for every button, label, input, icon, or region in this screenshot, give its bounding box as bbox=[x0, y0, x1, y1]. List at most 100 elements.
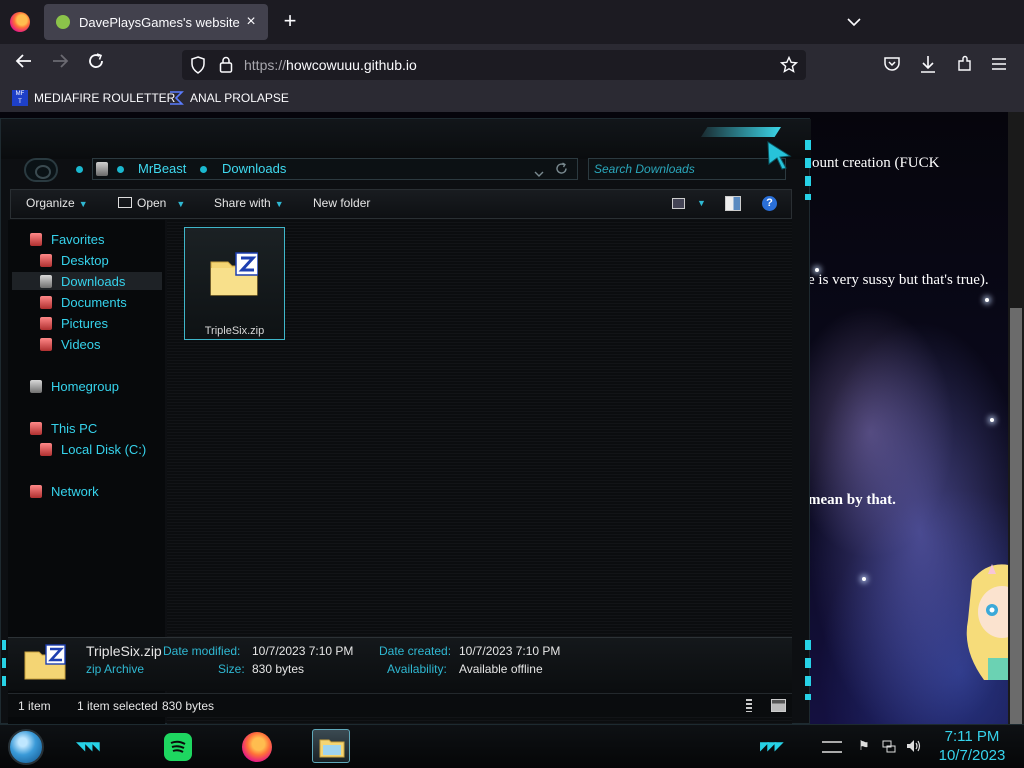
nav-item-local-disk[interactable]: Local Disk (C:) bbox=[40, 442, 146, 457]
title-bar-accent bbox=[701, 127, 781, 137]
nav-item-homegroup[interactable]: Homegroup bbox=[30, 379, 119, 394]
open-with-app-icon bbox=[118, 197, 132, 208]
start-orb-icon[interactable] bbox=[8, 729, 44, 765]
nav-label: Videos bbox=[61, 337, 101, 352]
firefox-icon bbox=[242, 732, 272, 762]
nav-label: Pictures bbox=[61, 316, 108, 331]
nav-label: Desktop bbox=[61, 253, 109, 268]
bookmark-star-icon[interactable] bbox=[780, 56, 798, 74]
nav-item-pictures[interactable]: Pictures bbox=[40, 316, 108, 331]
desktop-icon bbox=[40, 254, 52, 267]
url-host: howcowuuu.github.io bbox=[286, 57, 417, 73]
address-folder-icon bbox=[96, 162, 108, 176]
address-dropdown-icon[interactable] bbox=[534, 165, 544, 183]
breadcrumb-downloads[interactable]: Downloads bbox=[222, 161, 286, 176]
window-edge-decoration bbox=[2, 640, 6, 690]
reload-icon[interactable] bbox=[84, 52, 108, 76]
taskbar-clock[interactable]: 7:11 PM 10/7/2023 bbox=[934, 727, 1010, 765]
spotify-taskbar-button[interactable] bbox=[160, 729, 198, 763]
browser-tab-bar: DavePlaysGames's website × + bbox=[0, 0, 1024, 44]
downloads-icon[interactable] bbox=[919, 54, 937, 74]
bookmark-anal-prolapse[interactable]: ANAL PROLAPSE bbox=[168, 89, 289, 107]
homegroup-icon bbox=[30, 380, 42, 393]
nav-item-this-pc[interactable]: This PC bbox=[30, 421, 97, 436]
nav-label: Homegroup bbox=[51, 379, 119, 394]
url-text[interactable]: https://howcowuuu.github.io bbox=[244, 57, 417, 73]
webpage-text-line: ount creation (FUCK bbox=[812, 155, 940, 171]
window-edge-decoration bbox=[805, 640, 811, 700]
file-name-label[interactable]: TripleSix.zip bbox=[184, 325, 285, 337]
large-icons-view-icon[interactable] bbox=[771, 699, 786, 712]
menu-hamburger-icon[interactable] bbox=[991, 57, 1007, 71]
firefox-icon[interactable] bbox=[10, 12, 30, 32]
spotify-icon bbox=[164, 733, 192, 761]
mediafire-icon: MF T bbox=[12, 90, 28, 106]
open-label: Open bbox=[137, 196, 167, 210]
organize-button[interactable]: Organize ▼ bbox=[26, 196, 88, 210]
search-placeholder: Search Downloads bbox=[594, 162, 695, 176]
list-all-tabs-icon[interactable] bbox=[844, 10, 864, 34]
network-icon bbox=[30, 485, 42, 498]
file-explorer-icon bbox=[319, 736, 345, 758]
details-view-icon[interactable] bbox=[746, 699, 752, 712]
share-with-label: Share with bbox=[214, 196, 271, 210]
status-selected-size: 830 bytes bbox=[162, 699, 215, 713]
pocket-icon[interactable] bbox=[883, 55, 901, 73]
nav-label: Local Disk (C:) bbox=[61, 442, 147, 457]
back-forward-orb-icon[interactable] bbox=[24, 158, 58, 182]
action-center-flag-icon[interactable]: ⚑ bbox=[858, 739, 872, 753]
share-with-button[interactable]: Share with ▼ bbox=[214, 196, 284, 210]
nav-label: This PC bbox=[51, 421, 98, 436]
nav-item-downloads[interactable]: Downloads bbox=[40, 274, 125, 289]
lock-icon[interactable] bbox=[219, 56, 233, 73]
cursor-arrow-icon bbox=[766, 140, 792, 175]
nav-item-favorites[interactable]: Favorites bbox=[30, 232, 104, 247]
back-icon[interactable] bbox=[12, 52, 36, 76]
date-modified-label: Date modified: bbox=[163, 644, 241, 658]
window-title-bar[interactable] bbox=[1, 119, 811, 159]
open-button[interactable]: Open ▼ bbox=[118, 196, 185, 210]
webpage-text-line: e is very sussy but that's true). bbox=[808, 272, 989, 288]
nav-item-documents[interactable]: Documents bbox=[40, 295, 127, 310]
tracking-shield-icon[interactable] bbox=[190, 56, 206, 74]
new-tab-button[interactable]: + bbox=[280, 10, 300, 34]
nav-item-network[interactable]: Network bbox=[30, 484, 99, 499]
dropdown-arrow-icon: ▼ bbox=[274, 199, 284, 209]
date-created-value: 10/7/2023 7:10 PM bbox=[459, 644, 561, 658]
extensions-icon[interactable] bbox=[956, 55, 974, 73]
view-dropdown-arrow-icon[interactable]: ▼ bbox=[697, 198, 706, 208]
size-label: Size: bbox=[218, 662, 245, 676]
refresh-icon[interactable] bbox=[555, 162, 568, 180]
preview-pane-icon[interactable] bbox=[725, 196, 741, 211]
clock-date: 10/7/2023 bbox=[938, 747, 1006, 764]
nav-label: Network bbox=[51, 484, 99, 499]
nav-label: Downloads bbox=[61, 274, 126, 289]
volume-icon[interactable] bbox=[906, 739, 921, 753]
pictures-icon bbox=[40, 317, 52, 330]
dropdown-arrow-icon: ▼ bbox=[176, 199, 186, 209]
firefox-taskbar-button[interactable] bbox=[238, 729, 276, 763]
nav-label: Documents bbox=[61, 295, 127, 310]
dropdown-arrow-icon: ▼ bbox=[78, 199, 88, 209]
organize-label: Organize bbox=[26, 196, 75, 210]
breadcrumb-mrbeast[interactable]: MrBeast bbox=[138, 161, 186, 176]
tab-favicon-icon bbox=[56, 15, 70, 29]
page-scrollbar-thumb[interactable] bbox=[1010, 308, 1022, 724]
help-icon[interactable]: ? bbox=[762, 196, 777, 211]
zip-archive-icon[interactable] bbox=[210, 252, 259, 296]
new-folder-button[interactable]: New folder bbox=[313, 196, 370, 210]
details-file-type: zip Archive bbox=[86, 662, 145, 676]
file-explorer-taskbar-button[interactable] bbox=[312, 729, 350, 763]
tab-daveplaysgames[interactable]: DavePlaysGames's website × bbox=[44, 4, 268, 40]
bookmark-mediafire-rouletter[interactable]: MF T MEDIAFIRE ROULETTER bbox=[12, 89, 175, 107]
network-status-icon[interactable] bbox=[882, 739, 896, 753]
details-file-name: TripleSix.zip bbox=[86, 643, 162, 659]
tab-close-icon[interactable]: × bbox=[242, 13, 260, 31]
forward-icon[interactable] bbox=[48, 52, 72, 76]
nav-history-dot-icon[interactable] bbox=[76, 166, 83, 173]
availability-label: Availability: bbox=[387, 662, 447, 676]
show-hidden-icons-icon[interactable] bbox=[822, 741, 842, 753]
nav-item-desktop[interactable]: Desktop bbox=[40, 253, 109, 268]
nav-item-videos[interactable]: Videos bbox=[40, 337, 101, 352]
change-view-icon[interactable] bbox=[672, 198, 685, 209]
